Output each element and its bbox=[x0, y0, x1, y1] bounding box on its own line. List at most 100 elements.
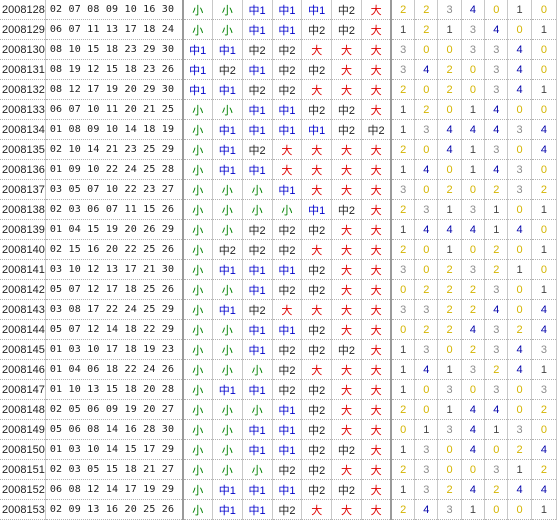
count-cell: 0 bbox=[531, 99, 557, 120]
count-cell: 2 bbox=[484, 179, 509, 200]
count-cell: 4 bbox=[414, 359, 439, 380]
zone-cell: 小 bbox=[242, 199, 273, 220]
count-cell: 2 bbox=[391, 499, 416, 520]
count-cell: 3 bbox=[414, 199, 439, 220]
count-cell: 0 bbox=[437, 339, 462, 360]
count-cell: 2 bbox=[437, 59, 462, 80]
count-cell: 3 bbox=[484, 459, 509, 480]
count-cell: 4 bbox=[507, 219, 532, 240]
count-cell: 0 bbox=[461, 179, 486, 200]
count-cell: 1 bbox=[391, 379, 416, 400]
count-cell: 4 bbox=[507, 39, 532, 60]
count-cell: 3 bbox=[414, 339, 439, 360]
count-cell: 3 bbox=[461, 359, 486, 380]
zone-cell: 大 bbox=[331, 239, 362, 260]
zone-cell: 小 bbox=[182, 199, 213, 220]
zone-cell: 中1 bbox=[242, 59, 273, 80]
zone-cell: 中2 bbox=[272, 499, 303, 520]
count-cell: 4 bbox=[507, 79, 532, 100]
count-cell: 1 bbox=[391, 219, 416, 240]
zone-cell: 中1 bbox=[272, 119, 303, 140]
zone-cell: 大 bbox=[361, 459, 393, 480]
table-row: 2008138 02 03 06 07 11 15 26 小小小小中1 中2 大 2 3 1 3… bbox=[0, 199, 557, 220]
count-cell: 4 bbox=[484, 299, 509, 320]
zone-cell: 中1 bbox=[212, 39, 243, 60]
zone-cell: 大 bbox=[331, 379, 362, 400]
zone-cell: 小 bbox=[212, 279, 243, 300]
count-cell: 0 bbox=[507, 399, 532, 420]
count-cell: 3 bbox=[414, 119, 439, 140]
issue-number: 2008131 bbox=[0, 59, 46, 80]
zone-cell: 中1 bbox=[301, 119, 333, 140]
zone-cell: 大 bbox=[361, 139, 393, 160]
zone-cell: 小 bbox=[182, 299, 213, 320]
zone-cell: 中1 bbox=[212, 159, 243, 180]
draw-numbers: 02 07 08 09 10 16 30 bbox=[45, 0, 184, 20]
zone-cell: 中1 bbox=[212, 379, 243, 400]
count-cell: 0 bbox=[484, 439, 509, 460]
count-cell: 0 bbox=[484, 0, 509, 20]
count-cell: 3 bbox=[484, 79, 509, 100]
table-row: 2008142 05 07 12 17 18 25 26 小小中1 中2 中2 大大 0 2 2… bbox=[0, 279, 557, 300]
zone-cell: 中1 bbox=[182, 79, 213, 100]
zone-cell: 大 bbox=[331, 79, 362, 100]
zone-cell: 中2 bbox=[301, 259, 333, 280]
count-cell: 3 bbox=[391, 39, 416, 60]
count-cell: 1 bbox=[391, 339, 416, 360]
zone-cell: 大 bbox=[361, 239, 393, 260]
issue-number: 2008139 bbox=[0, 219, 46, 240]
count-cell: 3 bbox=[461, 39, 486, 60]
count-cell: 1 bbox=[461, 159, 486, 180]
zone-cell: 中1 bbox=[242, 19, 273, 40]
zone-cell: 中2 bbox=[301, 439, 333, 460]
zone-cell: 中1 bbox=[212, 299, 243, 320]
zone-cell: 小 bbox=[182, 179, 213, 200]
count-cell: 1 bbox=[484, 199, 509, 220]
count-cell: 2 bbox=[437, 279, 462, 300]
zone-cell: 中1 bbox=[212, 259, 243, 280]
count-cell: 2 bbox=[414, 99, 439, 120]
zone-cell: 小 bbox=[212, 359, 243, 380]
zone-cell: 小 bbox=[212, 459, 243, 480]
count-cell: 2 bbox=[414, 319, 439, 340]
count-cell: 1 bbox=[507, 0, 532, 20]
zone-cell: 中1 bbox=[272, 399, 303, 420]
count-cell: 4 bbox=[507, 479, 532, 500]
zone-cell: 中2 bbox=[331, 119, 362, 140]
zone-cell: 大 bbox=[301, 139, 333, 160]
zone-cell: 小 bbox=[182, 0, 213, 20]
zone-cell: 中1 bbox=[242, 419, 273, 440]
count-cell: 3 bbox=[391, 59, 416, 80]
draw-numbers: 08 12 17 19 20 29 30 bbox=[45, 79, 184, 100]
count-cell: 4 bbox=[437, 219, 462, 240]
zone-cell: 大 bbox=[331, 219, 362, 240]
zone-cell: 大 bbox=[331, 279, 362, 300]
issue-number: 2008143 bbox=[0, 299, 46, 320]
zone-cell: 中1 bbox=[212, 79, 243, 100]
zone-cell: 中1 bbox=[212, 119, 243, 140]
zone-cell: 中2 bbox=[242, 299, 273, 320]
count-cell: 1 bbox=[484, 219, 509, 240]
zone-cell: 中1 bbox=[212, 139, 243, 160]
count-cell: 1 bbox=[531, 499, 557, 520]
zone-cell: 小 bbox=[182, 99, 213, 120]
draw-numbers: 01 08 09 10 14 18 19 bbox=[45, 119, 184, 140]
count-cell: 3 bbox=[461, 259, 486, 280]
count-cell: 1 bbox=[437, 239, 462, 260]
zone-cell: 中1 bbox=[182, 59, 213, 80]
count-cell: 0 bbox=[531, 0, 557, 20]
count-cell: 2 bbox=[507, 439, 532, 460]
count-cell: 3 bbox=[531, 339, 557, 360]
issue-number: 2008138 bbox=[0, 199, 46, 220]
zone-cell: 中1 bbox=[182, 39, 213, 60]
zone-cell: 小 bbox=[182, 259, 213, 280]
zone-cell: 中1 bbox=[301, 0, 333, 20]
zone-cell: 小 bbox=[212, 179, 243, 200]
count-cell: 2 bbox=[461, 279, 486, 300]
zone-cell: 中2 bbox=[301, 459, 333, 480]
count-cell: 4 bbox=[531, 139, 557, 160]
draw-numbers: 05 06 08 14 16 28 30 bbox=[45, 419, 184, 440]
count-cell: 0 bbox=[531, 159, 557, 180]
count-cell: 2 bbox=[484, 359, 509, 380]
table-row: 2008144 05 07 12 14 18 22 29 小小中1 中1 中2 大大 0 2 2… bbox=[0, 319, 557, 340]
